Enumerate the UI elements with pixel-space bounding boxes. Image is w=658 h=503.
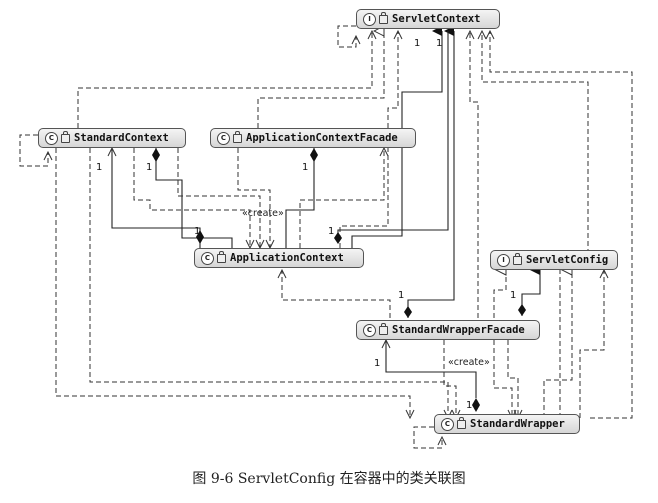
multiplicity-label: 1 [414,38,421,49]
class-icon: C [201,251,214,265]
edge-appcontext-facade-dash [299,148,384,248]
class-icon: C [363,323,376,337]
edge-wrapperfacade-standardwrapper-dash [443,340,456,418]
lock-icon [233,130,242,143]
edge-wrapperfacade-composition-servletcontext [407,26,455,318]
edge-standardwrapper-servletconfig-2 [579,270,604,418]
create-stereotype-label: «create» [242,208,284,219]
edge-facade-appcontext-composition [285,148,315,248]
class-name-standardcontext: StandardContext [74,132,169,144]
multiplicity-label: 1 [374,358,381,369]
edge-wrapperfacade-servletconfig-dash [493,270,507,318]
class-standardwrapperfacade[interactable]: C StandardWrapperFacade [356,320,540,340]
lock-icon [217,250,226,263]
edge-wrapperfacade-servletcontext [470,31,479,318]
edge-wrapperfacade-appcontext [282,270,391,318]
composition-diamond-appcontext-servletcontext [334,232,342,244]
edge-standardwrapper-servletcontext-right [490,31,633,419]
create-stereotype-label: «create» [448,357,490,368]
edge-facade-appcontext-dash [237,148,270,248]
edge-standardcontext-standardwrapper-1 [89,148,448,418]
diamond-standardcontext-composition [152,148,160,162]
lock-icon [61,130,70,143]
class-icon: C [45,131,58,145]
multiplicity-label: 1 [510,290,517,301]
class-name-applicationcontext: ApplicationContext [230,252,344,264]
class-name-standardwrapper: StandardWrapper [470,418,565,430]
diamond-facade-composition [310,148,318,162]
class-servletconfig[interactable]: I ServletConfig [490,250,618,270]
lock-icon [379,322,388,335]
class-name-applicationcontextfacade: ApplicationContextFacade [246,132,398,144]
diamond-wrapperfacade-servletconfig [518,304,526,316]
lock-icon [379,11,388,24]
class-applicationcontextfacade[interactable]: C ApplicationContextFacade [210,128,416,148]
multiplicity-label: 1 [146,162,153,173]
edge-standardcontext-servletcontext [77,31,372,128]
edge-wrapperfacade-standardwrapper-dash2 [493,340,512,418]
class-standardcontext[interactable]: C StandardContext [38,128,186,148]
interface-icon: I [363,12,376,26]
multiplicity-label: 1 [398,290,405,301]
diamond-standardwrapper-create [472,398,480,412]
lock-icon [457,416,466,429]
edge-standardcontext-standardwrapper-2 [55,148,410,418]
class-applicationcontext[interactable]: C ApplicationContext [194,248,364,268]
class-icon: C [441,417,454,431]
edge-standardwrapper-wrapperfacade-create [386,340,477,398]
multiplicity-label: 1 [328,226,335,237]
composition-diamond-wrapperfacade-servletcontext [404,306,412,318]
class-name-servletcontext: ServletContext [392,13,481,25]
interface-icon: I [497,253,510,267]
edge-standardwrapper-servletconfig-1 [543,270,573,418]
figure-caption: 图 9-6 ServletConfig 在容器中的类关联图 [192,471,466,487]
multiplicity-label: 1 [194,226,201,237]
multiplicity-label: 1 [96,162,103,173]
multiplicity-label: 1 [302,162,309,173]
edge-standardwrapper-servletcontext-mid [482,31,589,418]
multiplicity-label: 1 [466,400,473,411]
class-servletcontext[interactable]: I ServletContext [356,9,500,29]
servletcontext-self-loop [337,25,356,48]
class-name-servletconfig: ServletConfig [526,254,609,266]
class-icon: C [217,131,230,145]
class-standardwrapper[interactable]: C StandardWrapper [434,414,580,434]
class-name-standardwrapperfacade: StandardWrapperFacade [392,324,525,336]
edge-appcontextfacade-servletcontext [257,31,385,128]
edge-standardcontext-to-appcontext-dash2 [177,148,260,248]
lock-icon [513,252,522,265]
multiplicity-label: 1 [436,38,443,49]
edge-wrapperfacade-standardwrapper-dash3 [507,340,518,418]
